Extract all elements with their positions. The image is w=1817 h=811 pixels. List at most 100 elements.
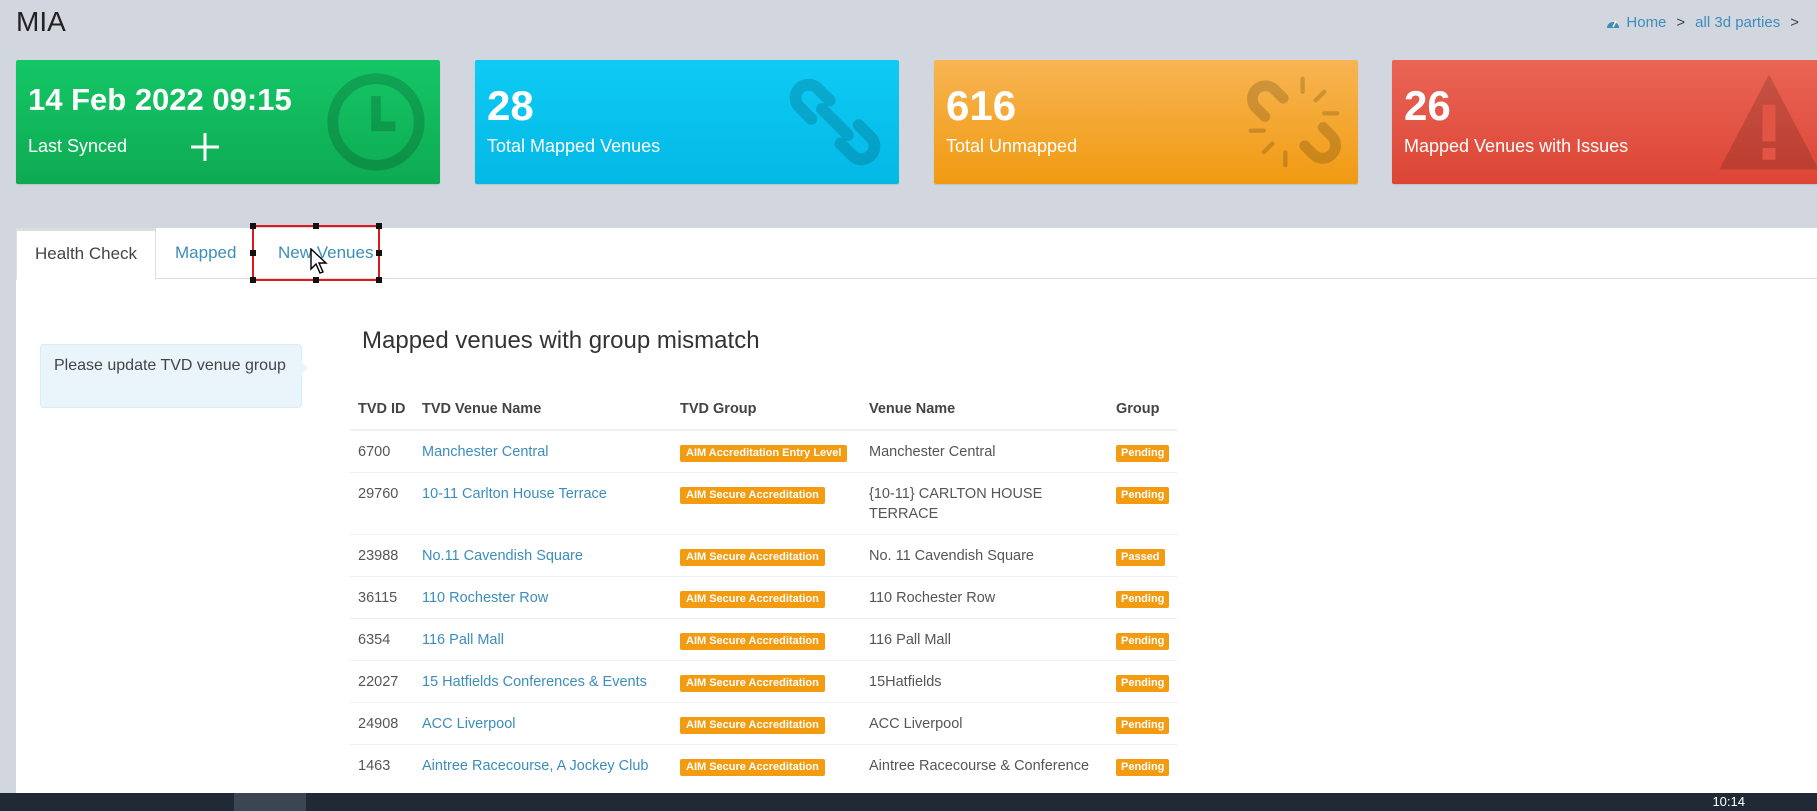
tvd-id-cell: 29760 (350, 472, 414, 535)
tvd-id-cell: 1463 (350, 744, 414, 786)
tvd-id-cell: 6354 (350, 618, 414, 661)
venue-name-cell: Manchester Central (861, 429, 1108, 473)
tab-panel: Health Check Mapped New Venues Please up… (16, 223, 1817, 793)
group-status-cell: Passed (1108, 534, 1178, 577)
unmapped-value: 616 (946, 82, 1017, 129)
breadcrumb-current-link[interactable]: all 3d parties (1695, 14, 1780, 31)
update-group-callout: Please update TVD venue group (40, 344, 308, 408)
tvd-venue-name-cell: 116 Pall Mall (414, 618, 672, 661)
tvd-venue-name-cell: 10-11 Carlton House Terrace (414, 472, 672, 535)
status-badge: Pending (1116, 487, 1170, 504)
clock-icon (327, 73, 425, 171)
tvd-venue-name-cell: ACC Liverpool (414, 702, 672, 745)
tab-bar: Health Check Mapped New Venues (16, 223, 1817, 283)
last-synced-value: 14 Feb 2022 09:15 (28, 82, 292, 117)
tvd-group-badge: AIM Secure Accreditation (680, 759, 825, 776)
mapped-venues-label: Total Mapped Venues (487, 136, 661, 156)
table-row: 6354 116 Pall Mall AIM Secure Accreditatio… (350, 618, 1178, 661)
status-badge: Pending (1116, 445, 1170, 462)
page-title: MIA (16, 6, 66, 37)
status-badge: Pending (1116, 675, 1170, 692)
group-status-cell: Pending (1108, 618, 1178, 661)
tvd-id-cell: 24908 (350, 702, 414, 745)
tvd-group-badge: AIM Secure Accreditation (680, 717, 825, 734)
group-status-cell: Pending (1108, 744, 1178, 786)
table-row: 22027 15 Hatfields Conferences & Events AI… (350, 660, 1178, 703)
table-row: 1463 Aintree Racecourse, A Jockey Club AIM… (350, 744, 1178, 786)
tvd-venue-link[interactable]: Aintree Racecourse, A Jockey Club (422, 758, 648, 774)
tvd-group-badge: AIM Secure Accreditation (680, 633, 825, 650)
status-badge: Pending (1116, 717, 1170, 734)
status-badge: Pending (1116, 759, 1170, 776)
group-status-cell: Pending (1108, 429, 1178, 473)
section-title: Mapped venues with group mismatch (362, 327, 760, 354)
tvd-group-badge: AIM Secure Accreditation (680, 591, 825, 608)
issues-value: 26 (1404, 82, 1451, 129)
breadcrumb-separator: > (1790, 14, 1799, 31)
tab-mapped[interactable]: Mapped (157, 228, 254, 279)
tvd-venue-link[interactable]: ACC Liverpool (422, 716, 516, 732)
plus-icon[interactable] (190, 132, 220, 162)
issues-label: Mapped Venues with Issues (1404, 136, 1629, 156)
tvd-venue-link[interactable]: 110 Rochester Row (422, 590, 548, 606)
venue-name-cell: 110 Rochester Row (861, 576, 1108, 619)
status-badge: Pending (1116, 591, 1170, 608)
tvd-venue-name-cell: Manchester Central (414, 429, 672, 473)
tvd-group-cell: AIM Secure Accreditation (672, 472, 861, 535)
last-synced-label: Last Synced (28, 136, 128, 156)
tvd-group-cell: AIM Secure Accreditation (672, 618, 861, 661)
issues-box: 26 Mapped Venues with Issues (1392, 60, 1817, 184)
column-header-tvd-venue-name: TVD Venue Name (414, 391, 672, 431)
tvd-id-cell: 22027 (350, 660, 414, 703)
taskbar-active-app[interactable] (234, 793, 306, 811)
tvd-id-cell: 6700 (350, 429, 414, 473)
breadcrumb: Home > all 3d parties > (1606, 14, 1799, 31)
venue-name-cell: 15Hatfields (861, 660, 1108, 703)
tvd-venue-link[interactable]: 116 Pall Mall (422, 632, 504, 648)
table-row: 29760 10-11 Carlton House Terrace AIM Secu… (350, 472, 1178, 535)
tvd-group-cell: AIM Secure Accreditation (672, 702, 861, 745)
mismatch-table: TVD ID TVD Venue Name TVD Group Venue Na… (350, 391, 1178, 786)
group-status-cell: Pending (1108, 576, 1178, 619)
tvd-group-cell: AIM Secure Accreditation (672, 744, 861, 786)
tvd-group-cell: AIM Secure Accreditation (672, 576, 861, 619)
table-header-row: TVD ID TVD Venue Name TVD Group Venue Na… (350, 391, 1178, 431)
tvd-venue-link[interactable]: 10-11 Carlton House Terrace (422, 486, 607, 502)
tvd-venue-name-cell: Aintree Racecourse, A Jockey Club (414, 744, 672, 786)
table-row: 23988 No.11 Cavendish Square AIM Secure Ac… (350, 534, 1178, 577)
column-header-venue-name: Venue Name (861, 391, 1108, 431)
table-row: 36115 110 Rochester Row AIM Secure Accredi… (350, 576, 1178, 619)
venue-name-cell: No. 11 Cavendish Square (861, 534, 1108, 577)
breadcrumb-home-label: Home (1626, 14, 1667, 31)
dashboard-icon (1607, 20, 1620, 28)
venue-name-cell: 116 Pall Mall (861, 618, 1108, 661)
tvd-venue-link[interactable]: 15 Hatfields Conferences & Events (422, 674, 647, 690)
unmapped-box: 616 Total Unmapped (934, 60, 1358, 184)
tvd-venue-link[interactable]: No.11 Cavendish Square (422, 548, 583, 564)
breadcrumb-home-link[interactable]: Home (1606, 14, 1666, 31)
tab-health-check[interactable]: Health Check (16, 228, 157, 280)
tvd-id-cell: 36115 (350, 576, 414, 619)
mapped-venues-value: 28 (487, 82, 534, 129)
tvd-venue-name-cell: No.11 Cavendish Square (414, 534, 672, 577)
unmapped-label: Total Unmapped (946, 136, 1078, 156)
group-status-cell: Pending (1108, 660, 1178, 703)
venue-name-cell: ACC Liverpool (861, 702, 1108, 745)
tvd-venue-name-cell: 15 Hatfields Conferences & Events (414, 660, 672, 703)
tvd-group-badge: AIM Secure Accreditation (680, 675, 825, 692)
tvd-group-badge: AIM Secure Accreditation (680, 549, 825, 566)
tvd-id-cell: 23988 (350, 534, 414, 577)
group-status-cell: Pending (1108, 702, 1178, 745)
taskbar: 10:14 (0, 793, 1817, 811)
tvd-venue-link[interactable]: Manchester Central (422, 444, 549, 460)
group-status-cell: Pending (1108, 472, 1178, 535)
last-synced-box: 14 Feb 2022 09:15 Last Synced (16, 60, 440, 184)
stats-row: 14 Feb 2022 09:15 Last Synced 28 Total M… (16, 60, 1817, 184)
mouse-pointer-icon (310, 248, 328, 274)
table-row: 24908 ACC Liverpool AIM Secure Accreditati… (350, 702, 1178, 745)
status-badge: Pending (1116, 633, 1170, 650)
link-icon (789, 78, 881, 166)
breadcrumb-separator: > (1676, 14, 1686, 31)
column-header-tvd-group: TVD Group (672, 391, 861, 431)
tvd-venue-name-cell: 110 Rochester Row (414, 576, 672, 619)
